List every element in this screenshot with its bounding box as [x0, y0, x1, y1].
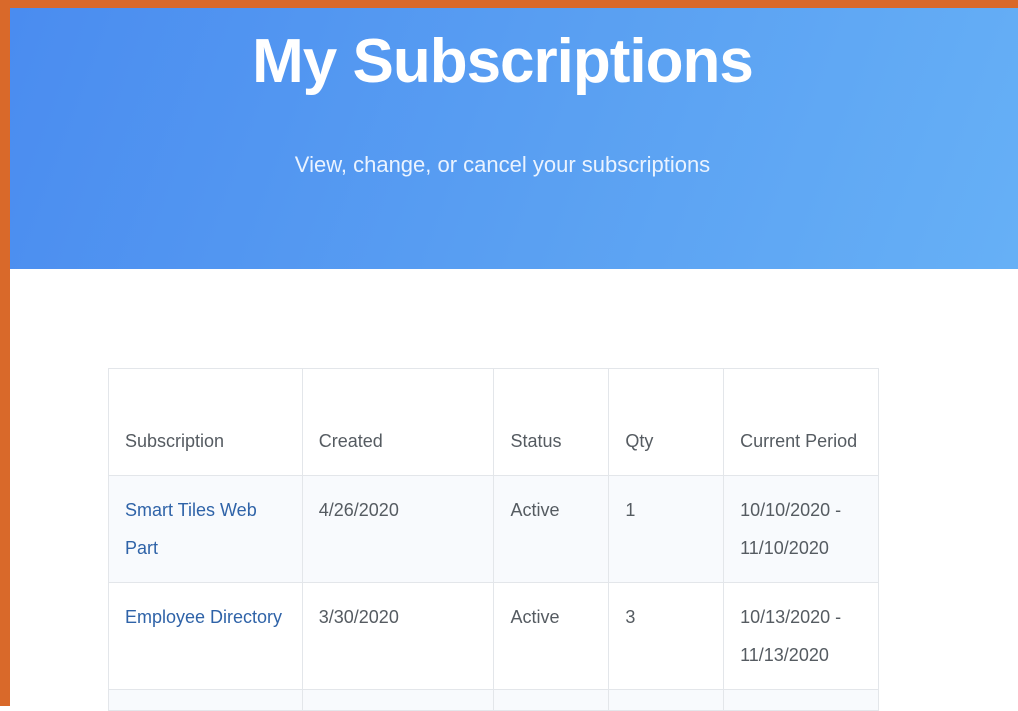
subscriptions-table: Subscription Created Status Qty Current … [108, 368, 879, 711]
column-header-status: Status [493, 368, 610, 476]
status-cell: Active [493, 582, 610, 690]
subscription-link[interactable]: Employee Directory [125, 607, 282, 627]
subscription-link[interactable]: Smart Tiles Web Part [125, 500, 257, 558]
period-cell: 10/13/2020 - 11/13/2020 [723, 582, 879, 690]
qty-cell: 1 [608, 475, 725, 583]
column-header-subscription: Subscription [108, 368, 303, 476]
subscription-cell: Employee Directory [108, 582, 303, 690]
table-header-row: Subscription Created Status Qty Current … [108, 368, 879, 476]
period-cell: 10/10/2020 - 11/10/2020 [723, 475, 879, 583]
qty-cell: 3 [608, 582, 725, 690]
subscription-cell: Smart Tiles Web Part [108, 475, 303, 583]
created-cell: 3/30/2020 [301, 582, 495, 690]
column-header-current-period: Current Period [723, 368, 879, 476]
hero-banner: My Subscriptions View, change, or cancel… [10, 8, 1018, 269]
table-header: Subscription Created Status Qty Current … [108, 368, 879, 476]
page-subtitle: View, change, or cancel your subscriptio… [294, 152, 711, 177]
status-cell: Active [493, 475, 610, 583]
column-header-qty: Qty [608, 368, 725, 476]
column-header-created: Created [301, 368, 495, 476]
created-cell: 4/26/2020 [301, 475, 495, 583]
page-title: My Subscriptions [252, 27, 754, 96]
table-row [108, 689, 879, 711]
table-row: Smart Tiles Web Part 4/26/2020 Active 1 … [108, 475, 879, 583]
table-body: Smart Tiles Web Part 4/26/2020 Active 1 … [108, 475, 879, 711]
table-row: Employee Directory 3/30/2020 Active 3 10… [108, 582, 879, 690]
